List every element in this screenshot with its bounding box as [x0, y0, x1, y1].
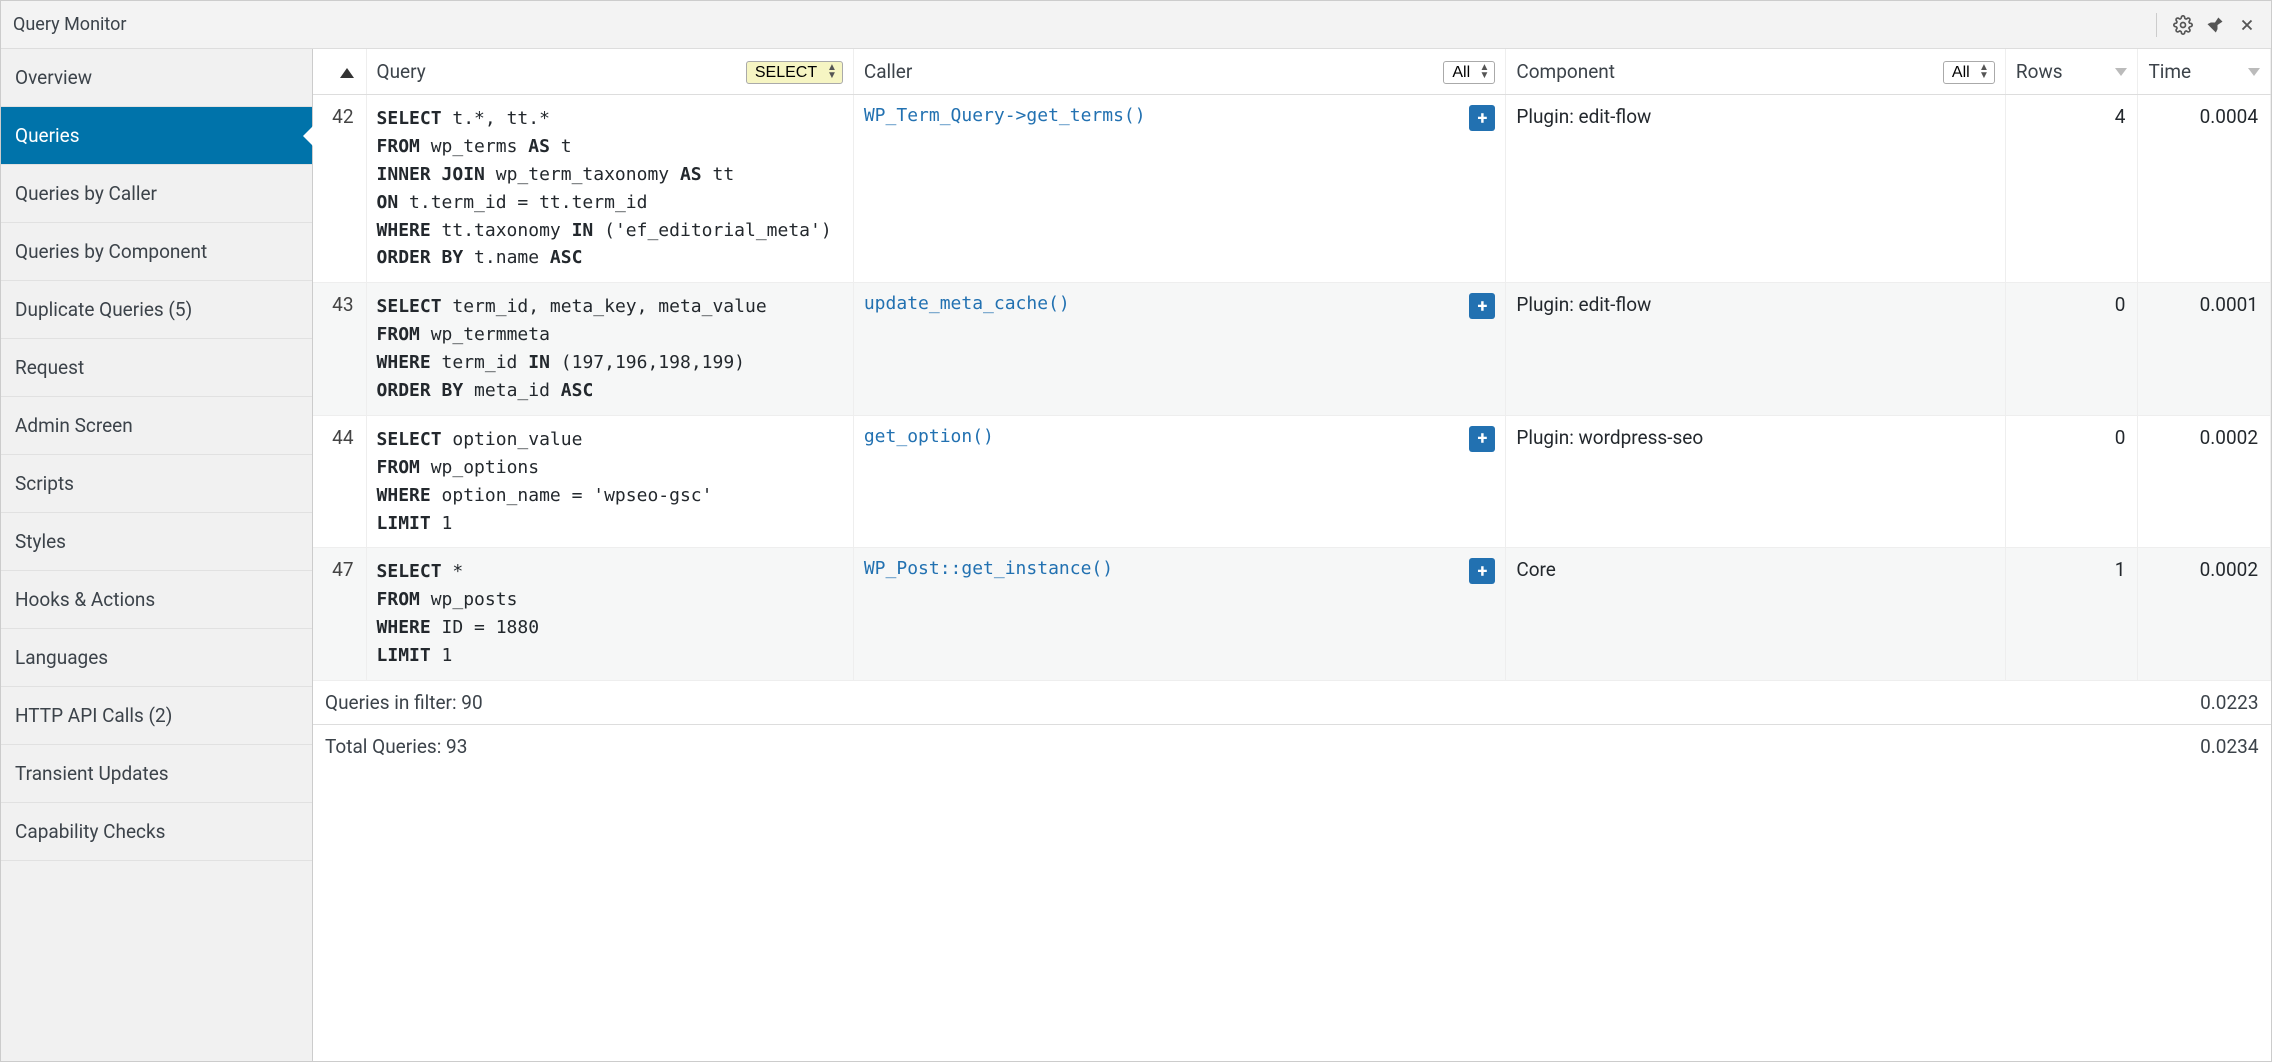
caller-cell: get_option() + — [853, 415, 1506, 548]
caller-link[interactable]: get_option() — [864, 426, 994, 447]
sort-asc-icon — [340, 68, 354, 78]
table-row: 47SELECT *FROM wp_postsWHERE ID = 1880LI… — [313, 548, 2271, 681]
sidebar-item[interactable]: Scripts — [1, 455, 312, 513]
sidebar-item[interactable]: HTTP API Calls (2) — [1, 687, 312, 745]
rows-cell: 1 — [2005, 548, 2138, 681]
panel-title: Query Monitor — [13, 14, 126, 35]
titlebar-actions — [2156, 13, 2259, 37]
footer-total-count: Total Queries: 93 — [313, 725, 2138, 769]
rows-cell: 4 — [2005, 95, 2138, 283]
component-cell: Plugin: wordpress-seo — [1506, 415, 2006, 548]
footer-total-time: 0.0234 — [2138, 725, 2271, 769]
query-sql: SELECT option_valueFROM wp_optionsWHERE … — [366, 415, 853, 548]
rows-cell: 0 — [2005, 283, 2138, 416]
sidebar-item[interactable]: Hooks & Actions — [1, 571, 312, 629]
sidebar-item[interactable]: Queries by Caller — [1, 165, 312, 223]
sort-icon — [2248, 68, 2260, 76]
component-filter[interactable]: All — [1943, 61, 1995, 84]
sidebar-item[interactable]: Queries — [1, 107, 312, 165]
col-header-rows[interactable]: Rows — [2005, 49, 2138, 95]
panel-body: OverviewQueriesQueries by CallerQueries … — [1, 49, 2271, 1061]
query-sql: SELECT *FROM wp_postsWHERE ID = 1880LIMI… — [366, 548, 853, 681]
caller-cell: WP_Post::get_instance() + — [853, 548, 1506, 681]
titlebar: Query Monitor — [1, 1, 2271, 49]
table-row: 42SELECT t.*, tt.*FROM wp_terms AS tINNE… — [313, 95, 2271, 283]
expand-button[interactable]: + — [1469, 558, 1495, 584]
time-cell: 0.0002 — [2138, 548, 2271, 681]
caller-link[interactable]: update_meta_cache() — [864, 293, 1070, 314]
time-cell: 0.0001 — [2138, 283, 2271, 416]
rows-cell: 0 — [2005, 415, 2138, 548]
sidebar-item[interactable]: Duplicate Queries (5) — [1, 281, 312, 339]
component-cell: Plugin: edit-flow — [1506, 95, 2006, 283]
sidebar: OverviewQueriesQueries by CallerQueries … — [1, 49, 313, 1061]
col-header-caller: Caller All ▲▼ — [853, 49, 1506, 95]
component-header-label: Component — [1516, 60, 1615, 83]
row-number: 44 — [313, 415, 366, 548]
caller-cell: WP_Term_Query->get_terms() + — [853, 95, 1506, 283]
query-sql: SELECT t.*, tt.*FROM wp_terms AS tINNER … — [366, 95, 853, 283]
query-sql: SELECT term_id, meta_key, meta_valueFROM… — [366, 283, 853, 416]
row-number: 43 — [313, 283, 366, 416]
caller-header-label: Caller — [864, 60, 912, 83]
component-cell: Core — [1506, 548, 2006, 681]
query-header-label: Query — [377, 60, 426, 83]
time-cell: 0.0002 — [2138, 415, 2271, 548]
close-icon[interactable] — [2235, 13, 2259, 37]
col-header-time[interactable]: Time — [2138, 49, 2271, 95]
pin-icon[interactable] — [2203, 13, 2227, 37]
expand-button[interactable]: + — [1469, 105, 1495, 131]
time-cell: 0.0004 — [2138, 95, 2271, 283]
col-header-number[interactable] — [313, 49, 366, 95]
sidebar-item[interactable]: Admin Screen — [1, 397, 312, 455]
sidebar-item[interactable]: Capability Checks — [1, 803, 312, 861]
time-header-label: Time — [2148, 60, 2191, 83]
query-type-filter[interactable]: SELECT — [746, 61, 843, 84]
row-number: 42 — [313, 95, 366, 283]
expand-button[interactable]: + — [1469, 426, 1495, 452]
row-number: 47 — [313, 548, 366, 681]
component-cell: Plugin: edit-flow — [1506, 283, 2006, 416]
sidebar-item[interactable]: Overview — [1, 49, 312, 107]
caller-cell: update_meta_cache() + — [853, 283, 1506, 416]
sort-icon — [2115, 68, 2127, 76]
sidebar-item[interactable]: Queries by Component — [1, 223, 312, 281]
caller-link[interactable]: WP_Post::get_instance() — [864, 558, 1113, 579]
caller-filter[interactable]: All — [1443, 61, 1495, 84]
col-header-component: Component All ▲▼ — [1506, 49, 2006, 95]
sidebar-item[interactable]: Styles — [1, 513, 312, 571]
footer-filter-count: Queries in filter: 90 — [313, 681, 2138, 725]
sidebar-item[interactable]: Request — [1, 339, 312, 397]
rows-header-label: Rows — [2016, 60, 2063, 83]
table-row: 43SELECT term_id, meta_key, meta_valueFR… — [313, 283, 2271, 416]
sidebar-item[interactable]: Languages — [1, 629, 312, 687]
caller-link[interactable]: WP_Term_Query->get_terms() — [864, 105, 1146, 126]
footer-filter-time: 0.0223 — [2138, 681, 2271, 725]
queries-table: Query SELECT ▲▼ Ca — [313, 49, 2271, 768]
table-row: 44SELECT option_valueFROM wp_optionsWHER… — [313, 415, 2271, 548]
sidebar-item[interactable]: Transient Updates — [1, 745, 312, 803]
settings-icon[interactable] — [2171, 13, 2195, 37]
main-content: Query SELECT ▲▼ Ca — [313, 49, 2271, 1061]
query-monitor-panel: Query Monitor OverviewQueriesQueries by … — [0, 0, 2272, 1062]
expand-button[interactable]: + — [1469, 293, 1495, 319]
col-header-query: Query SELECT ▲▼ — [366, 49, 853, 95]
